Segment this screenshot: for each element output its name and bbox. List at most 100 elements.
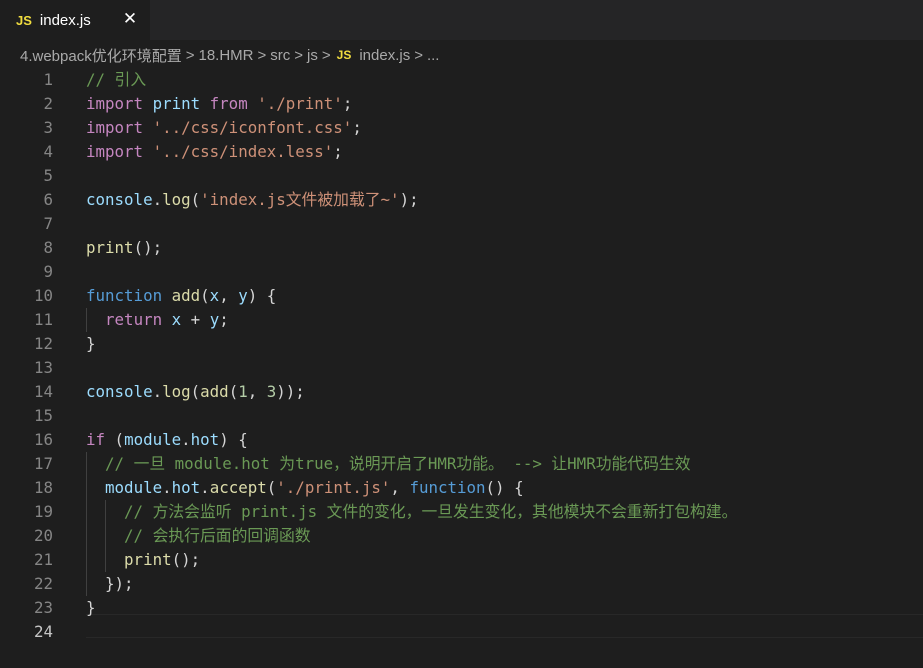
breadcrumb-symbols[interactable]: ... xyxy=(427,47,440,64)
code-token: module xyxy=(105,478,163,497)
code-token: function xyxy=(86,286,163,305)
code-line[interactable]: 11 return x + y; xyxy=(0,308,923,332)
tab-label: index.js xyxy=(39,11,91,29)
line-number: 11 xyxy=(33,310,53,329)
code-line[interactable]: 5 xyxy=(0,164,923,188)
code-text: import '../css/index.less'; xyxy=(86,140,343,164)
tab-index-js[interactable]: JS index.js ✕ xyxy=(0,0,150,40)
code-token: ( xyxy=(228,382,239,401)
code-token: y xyxy=(209,310,220,329)
code-token: 1 xyxy=(238,382,248,401)
code-editor[interactable]: 1 // 引入 2 import print from './print'; 3 impo… xyxy=(0,68,923,668)
code-token: ); xyxy=(399,190,419,209)
line-number: 22 xyxy=(33,574,53,593)
code-line[interactable]: 19 // 方法会监听 print.js 文件的变化，一旦发生变化，其他模块不会… xyxy=(0,500,923,524)
line-number: 1 xyxy=(43,70,53,89)
breadcrumb-item-file[interactable]: index.js xyxy=(359,47,410,64)
breadcrumb: 4.webpack优化环境配置 > 18.HMR > src > js > JS… xyxy=(0,40,923,70)
code-token: add xyxy=(171,286,201,305)
code-token: console xyxy=(86,382,153,401)
code-token: // 一旦 module.hot 为true，说明开启了HMR功能。 --> 让… xyxy=(105,454,691,473)
line-number: 12 xyxy=(33,334,53,353)
chevron-right-icon: > xyxy=(294,46,304,64)
code-token: ( xyxy=(200,286,210,305)
code-line[interactable]: 12} xyxy=(0,332,923,356)
code-line[interactable]: 17 // 一旦 module.hot 为true，说明开启了HMR功能。 --… xyxy=(0,452,923,476)
js-file-icon: JS xyxy=(16,12,32,28)
code-line[interactable]: 2 import print from './print'; xyxy=(0,92,923,116)
code-line[interactable]: 24 xyxy=(0,620,923,644)
code-line[interactable]: 1 // 引入 xyxy=(0,68,923,92)
code-line[interactable]: 23} xyxy=(0,596,923,620)
code-line[interactable]: 10 function add(x, y) { xyxy=(0,284,923,308)
chevron-right-icon: > xyxy=(321,46,331,64)
code-token: () { xyxy=(485,478,524,497)
code-token: '../css/iconfont.css' xyxy=(152,118,353,137)
line-number: 15 xyxy=(33,406,53,425)
line-number: 16 xyxy=(33,430,53,449)
code-token: // 方法会监听 print.js 文件的变化，一旦发生变化，其他模块不会重新打… xyxy=(124,502,738,521)
code-token: return xyxy=(105,310,163,329)
code-token: + xyxy=(190,310,210,329)
code-token: // 引入 xyxy=(86,70,147,89)
line-number: 18 xyxy=(33,478,53,497)
code-line[interactable]: 8 print(); xyxy=(0,236,923,260)
code-line[interactable]: 16 if (module.hot) { xyxy=(0,428,923,452)
chevron-right-icon: > xyxy=(185,46,195,64)
code-line[interactable]: 14 console.log(add(1, 3)); xyxy=(0,380,923,404)
code-token: } xyxy=(86,334,96,353)
code-token: . xyxy=(200,478,210,497)
code-line[interactable]: 9 xyxy=(0,260,923,284)
breadcrumb-item-src[interactable]: src xyxy=(270,47,290,64)
line-number: 21 xyxy=(33,550,53,569)
code-token: ; xyxy=(219,310,229,329)
code-token: console xyxy=(86,190,153,209)
code-token: , xyxy=(390,478,410,497)
code-line[interactable]: 6 console.log('index.js文件被加载了~'); xyxy=(0,188,923,212)
code-token: . xyxy=(152,382,163,401)
code-token: ( xyxy=(266,478,277,497)
code-token: ( xyxy=(190,382,201,401)
chevron-right-icon: > xyxy=(414,46,423,64)
code-token: . xyxy=(181,430,191,449)
line-number: 7 xyxy=(43,214,53,233)
line-number: 17 xyxy=(33,454,53,473)
code-line[interactable]: 18 module.hot.accept('./print.js', funct… xyxy=(0,476,923,500)
code-line[interactable]: 21 print(); xyxy=(0,548,923,572)
code-token: log xyxy=(162,190,191,209)
code-token: hot xyxy=(190,430,220,449)
line-number: 10 xyxy=(33,286,53,305)
code-token: ; xyxy=(333,142,343,161)
code-token: // 会执行后面的回调函数 xyxy=(124,526,311,545)
code-text: function add(x, y) { xyxy=(86,284,276,308)
code-line[interactable]: 3 import '../css/iconfont.css'; xyxy=(0,116,923,140)
code-text: }); xyxy=(86,572,134,596)
close-icon[interactable]: ✕ xyxy=(122,10,138,28)
code-token: accept xyxy=(209,478,267,497)
code-token: ( xyxy=(190,190,201,209)
code-line[interactable]: 15 xyxy=(0,404,923,428)
code-line[interactable]: 20 // 会执行后面的回调函数 xyxy=(0,524,923,548)
breadcrumb-item-folder[interactable]: 4.webpack优化环境配置 xyxy=(20,45,182,66)
code-token: '../css/index.less' xyxy=(152,142,334,161)
code-text: console.log('index.js文件被加载了~'); xyxy=(86,188,419,212)
breadcrumb-item-js[interactable]: js xyxy=(307,47,318,64)
line-number: 9 xyxy=(43,262,53,281)
code-text: } xyxy=(86,596,96,620)
code-line[interactable]: 4 import '../css/index.less'; xyxy=(0,140,923,164)
code-token: 3 xyxy=(266,382,277,401)
breadcrumb-item-hmr[interactable]: 18.HMR xyxy=(198,47,253,64)
code-token: ) { xyxy=(247,286,277,305)
code-text: // 引入 xyxy=(86,68,146,92)
code-token: print xyxy=(124,550,172,569)
code-line[interactable]: 13 xyxy=(0,356,923,380)
code-line[interactable]: 22 }); xyxy=(0,572,923,596)
line-number: 20 xyxy=(33,526,53,545)
code-line[interactable]: 7 xyxy=(0,212,923,236)
code-token: 'index.js文件被加载了~' xyxy=(200,190,400,209)
line-number: 2 xyxy=(43,94,53,113)
